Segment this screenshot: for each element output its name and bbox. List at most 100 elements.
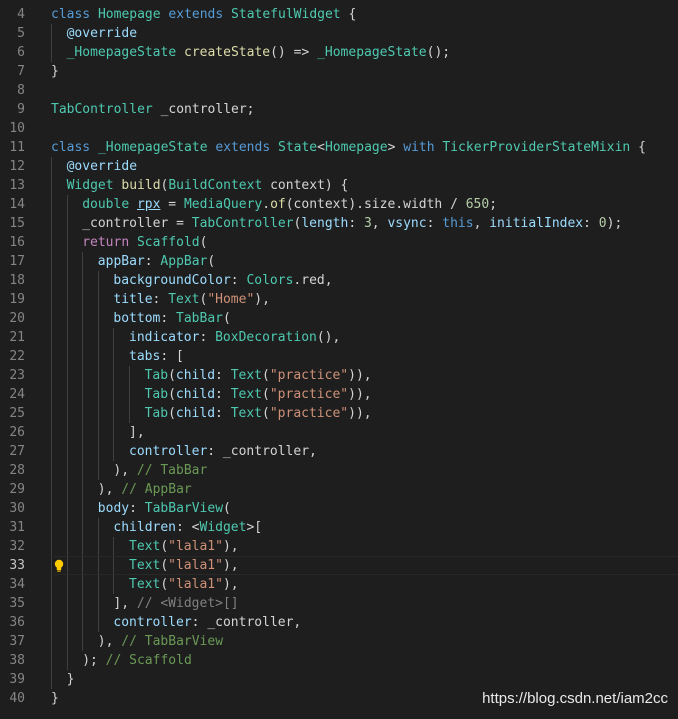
indent-guide [51,233,52,252]
indent-guide [66,499,68,518]
code-line[interactable]: 9 TabController _controller; [0,100,678,119]
code-line[interactable]: 8 [0,81,678,100]
code-line[interactable]: 21 indicator: BoxDecoration(), [0,328,678,347]
code-line[interactable]: 4 class Homepage extends StatefulWidget { [0,5,678,24]
indent-guide [97,347,99,366]
line-number: 26 [9,425,25,440]
code-line[interactable]: 14 double rpx = MediaQuery.of(context).si… [0,195,678,214]
token-var: controller [113,615,192,630]
token-plain: (), [316,330,341,345]
token-var: child [175,368,216,383]
line-number: 4 [17,7,25,22]
code-text: children: <Widget>[ [113,518,262,537]
indent-guide [66,594,68,613]
code-line[interactable]: 15 _controller = TabController(length: 3,… [0,214,678,233]
code-line[interactable]: 31 children: <Widget>[ [0,518,678,537]
code-line[interactable]: 28), // TabBar [0,461,678,480]
code-line[interactable]: 19 title: Text("Home"), [0,290,678,309]
code-line[interactable]: 11 class _HomepageState extends State<Hom… [0,138,678,157]
code-line[interactable]: 16 return Scaffold( [0,233,678,252]
token-plain: : [230,273,247,288]
indent-guide [129,385,130,404]
token-string: "practice" [269,387,349,402]
code-line[interactable]: 20 bottom: TabBar( [0,309,678,328]
token-class: Colors [246,273,294,288]
line-number: 39 [9,672,25,687]
code-line[interactable]: 36 controller: _controller, [0,613,678,632]
code-line[interactable]: 25 Tab(child: Text("practice")), [0,404,678,423]
code-line[interactable]: 33 Text("lala1"), [0,556,678,575]
code-line[interactable]: 12 @override [0,157,678,176]
code-line[interactable]: 39} [0,670,678,689]
code-editor[interactable]: 4 class Homepage extends StatefulWidget {… [0,5,678,708]
code-line[interactable]: 17 appBar: AppBar( [0,252,678,271]
code-line[interactable]: 22 tabs: [ [0,347,678,366]
code-line[interactable]: 35], // <Widget>[] [0,594,678,613]
line-number: 31 [9,520,25,535]
code-line[interactable]: 10 [0,119,678,138]
indent-guide [97,537,99,556]
indent-guide [82,271,84,290]
token-class: Tab [144,387,169,402]
token-plain: ); [606,216,623,231]
token-class: Tab [144,368,169,383]
code-line[interactable]: 27 controller: _controller, [0,442,678,461]
code-line[interactable]: 38); // Scaffold [0,651,678,670]
line-number: 11 [9,140,25,155]
code-text: Text("lala1"), [129,556,239,575]
token-plain: ), [222,558,239,573]
indent-guide [51,442,52,461]
code-line[interactable]: 24 Tab(child: Text("practice")), [0,385,678,404]
line-number: 16 [9,235,25,250]
line-number: 20 [9,311,25,326]
token-class: Text [230,368,263,383]
line-number: 34 [9,577,25,592]
indent-guide [66,195,68,214]
token-plain: (context).size.width / [285,197,466,212]
code-text: double rpx = MediaQuery.of(context).size… [82,195,497,214]
code-line[interactable]: 34 Text("lala1"), [0,575,678,594]
token-plain: { [348,7,357,22]
indent-guide [113,328,115,347]
line-number: 7 [17,64,25,79]
code-line[interactable]: 5 @override [0,24,678,43]
line-number: 33 [9,558,25,573]
token-plain: ; [489,197,498,212]
code-line[interactable]: 13 Widget build(BuildContext context) { [0,176,678,195]
code-text: class Homepage extends StatefulWidget { [51,5,356,24]
indent-guide [51,176,52,195]
indent-guide [66,366,68,385]
indent-guide [66,309,68,328]
indent-guide [113,385,115,404]
code-line[interactable]: 18 backgroundColor: Colors.red, [0,271,678,290]
indent-guide [51,309,52,328]
code-line[interactable]: 30 body: TabBarView( [0,499,678,518]
token-plain: ( [199,235,208,250]
code-line[interactable]: 7} [0,62,678,81]
indent-guide [82,575,84,594]
code-text: Text("lala1"), [129,537,239,556]
indent-guide [113,366,115,385]
token-class: BoxDecoration [215,330,317,345]
indent-guide [66,480,68,499]
lightbulb-icon[interactable] [53,559,65,573]
code-line[interactable]: 26], [0,423,678,442]
code-line[interactable]: 23 Tab(child: Text("practice")), [0,366,678,385]
token-func: of [270,197,286,212]
token-class: Widget [199,520,247,535]
code-line[interactable]: 29), // AppBar [0,480,678,499]
code-line[interactable]: 37), // TabBarView [0,632,678,651]
token-hint: // <Widget>[] [136,596,239,611]
token-class: TickerProviderStateMixin [442,140,639,155]
indent-guide [82,499,84,518]
token-anno: @override [66,26,138,41]
line-number: 38 [9,653,25,668]
indent-guide [51,24,52,43]
code-line[interactable]: 6 _HomepageState createState() => _Homepa… [0,43,678,62]
code-text: _controller = TabController(length: 3, v… [82,214,622,233]
indent-guide [51,461,52,480]
code-line[interactable]: 32 Text("lala1"), [0,537,678,556]
token-string: "lala1" [168,577,223,592]
indent-guide [97,404,99,423]
indent-guide [51,651,52,670]
